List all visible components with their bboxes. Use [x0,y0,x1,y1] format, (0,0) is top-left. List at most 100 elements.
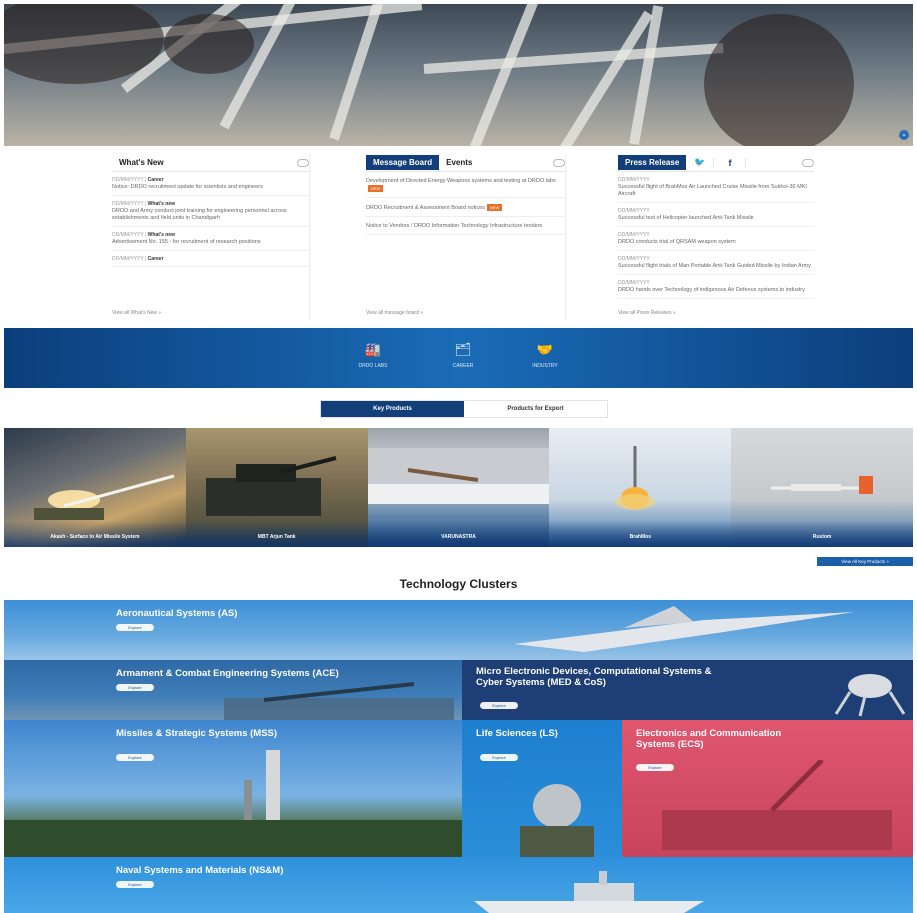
product-tabs: Key Products Products for Export [320,400,608,418]
product-name: VARUNASTRA [367,521,550,547]
tab-whats-new[interactable]: What's New [112,155,171,170]
explore-button[interactable]: Explore [636,764,674,771]
missile-launch-image [4,750,462,857]
cluster-title: Missiles & Strategic Systems (MSS) [116,728,278,739]
product-name: MBT Arjun Tank [185,521,368,547]
tab-events[interactable]: Events [439,155,479,170]
item-text: Development of Directed Energy Weapons s… [366,178,556,184]
list-item[interactable]: DD/MM/YYYY DRDO conducts trial of QRSAM … [618,227,814,251]
view-all-whats-new-link[interactable]: View all What's New » [112,310,161,316]
explore-button[interactable]: Explore [480,702,518,709]
product-card[interactable]: BrahMos [549,428,732,547]
item-date: DD/MM/YYYY [112,256,144,262]
hero-banner: ⌄ [4,4,913,146]
quick-link-label: DRDO LABS [358,363,388,369]
item-text: Successful test of Helicopter launched A… [618,215,754,221]
product-name: BrahMos [549,521,732,547]
item-text: Successful flight of BrahMos Air Launche… [618,184,807,197]
explore-button[interactable]: Explore [116,684,154,691]
explore-button[interactable]: Explore [116,624,154,631]
products-strip: Akash - Surface to Air Missile System MB… [4,428,913,547]
product-card[interactable]: VARUNASTRA [367,428,550,547]
tab-message-board[interactable]: Message Board [366,155,440,170]
cluster-missiles[interactable]: Missiles & Strategic Systems (MSS) Explo… [4,720,462,857]
list-item[interactable]: Development of Directed Energy Weapons s… [366,172,565,198]
list-item[interactable]: DRDO Recruitment & Assessment Board noti… [366,198,565,217]
list-item[interactable]: Notice to Vendors / DRDO Information Tec… [366,217,565,235]
item-text: Notice to Vendors / DRDO Information Tec… [366,222,543,229]
cluster-aeronautical[interactable]: Aeronautical Systems (AS) Explore [4,600,913,660]
item-category: What's new [147,201,175,207]
career-icon: 🗂 [454,342,472,357]
quick-link-industry[interactable]: 🤝 INDUSTRY [510,342,580,369]
item-text: Advertisement No. 155 - for recruitment … [112,239,261,245]
news-panels: What's New DD/MM/YYYY | Career Notice: D… [4,148,913,326]
facebook-icon[interactable]: f [713,157,747,168]
explore-button[interactable]: Explore [116,881,154,888]
scroll-down-icon[interactable]: ⌄ [899,130,909,140]
item-date: DD/MM/YYYY [618,208,650,214]
quick-link-label: CAREER [452,363,474,369]
ship-image [474,871,704,913]
product-name: Rustom [731,521,913,547]
quick-link-label: INDUSTRY [532,363,558,369]
item-text: DRDO and Army conduct joint training for… [112,208,287,221]
explore-button[interactable]: Explore [116,754,154,761]
cluster-armament[interactable]: Armament & Combat Engineering Systems (A… [4,660,462,720]
cluster-electronics[interactable]: Electronics and Communication Systems (E… [622,720,913,857]
view-all-message-board-link[interactable]: View all message board » [366,310,423,316]
press-release-panel: Press Release 🐦 f DD/MM/YYYY Successful … [618,154,814,320]
cluster-title: Naval Systems and Materials (NS&M) [116,865,284,876]
list-item[interactable]: DD/MM/YYYY | What's new DRDO and Army co… [112,196,309,227]
pilot-image [520,784,594,857]
quick-link-career[interactable]: 🗂 CAREER [428,342,498,369]
list-item[interactable]: DD/MM/YYYY | Career [112,251,309,267]
view-all-press-link[interactable]: View all Press Releases » [618,310,676,316]
item-text: DRDO conducts trial of QRSAM weapon syst… [618,239,736,245]
pause-icon[interactable] [802,158,814,167]
list-item[interactable]: DD/MM/YYYY DRDO hands over Technology of… [618,275,814,299]
list-item[interactable]: DD/MM/YYYY Successful test of Helicopter… [618,203,814,227]
item-text: DRDO Recruitment & Assessment Board noti… [366,204,485,211]
twitter-icon[interactable]: 🐦 [686,157,713,168]
item-date: DD/MM/YYYY [618,177,650,183]
list-item[interactable]: DD/MM/YYYY Successful flight trials of M… [618,251,814,275]
tab-products-for-export[interactable]: Products for Export [464,401,607,417]
tab-press-release[interactable]: Press Release [618,155,687,170]
list-item[interactable]: DD/MM/YYYY | Career Notice: DRDO recruit… [112,172,309,196]
item-text: DRDO hands over Technology of indigenous… [618,287,805,293]
list-item[interactable]: DD/MM/YYYY Successful flight of BrahMos … [618,172,814,203]
tab-key-products[interactable]: Key Products [321,401,464,417]
item-date: DD/MM/YYYY [112,177,144,183]
item-category: What's new [147,232,175,238]
item-date: DD/MM/YYYY [112,232,144,238]
product-card[interactable]: Rustom [731,428,913,547]
cluster-title: Armament & Combat Engineering Systems (A… [116,668,339,679]
quick-link-labs[interactable]: 🏭 DRDO LABS [338,342,408,369]
section-title: Technology Clusters [399,577,518,591]
cluster-title: Aeronautical Systems (AS) [116,608,238,619]
cluster-micro-electronic[interactable]: Micro Electronic Devices, Computational … [462,660,913,720]
explore-button[interactable]: Explore [480,754,518,761]
item-text: Notice: DRDO recruitment update for scie… [112,184,263,190]
product-card[interactable]: Akash - Surface to Air Missile System [4,428,186,547]
cluster-life-sciences[interactable]: Life Sciences (LS) Explore [462,720,622,857]
quick-links-band: 🏭 DRDO LABS 🗂 CAREER 🤝 INDUSTRY [4,328,913,388]
pause-icon[interactable] [553,158,565,167]
list-item[interactable]: DD/MM/YYYY | What's new Advertisement No… [112,227,309,251]
labs-icon: 🏭 [364,342,382,357]
view-all-products-button[interactable]: View All Key Products » [817,557,913,566]
item-date: DD/MM/YYYY [618,256,650,262]
robot-image [834,674,906,717]
item-category: Career [147,177,164,183]
item-date: DD/MM/YYYY [112,201,144,207]
item-date: DD/MM/YYYY [618,280,650,286]
product-name: Akash - Surface to Air Missile System [4,521,186,547]
cluster-naval[interactable]: Naval Systems and Materials (NS&M) Explo… [4,857,913,913]
product-card[interactable]: MBT Arjun Tank [185,428,368,547]
cluster-title: Life Sciences (LS) [476,728,558,739]
new-badge: NEW [486,203,503,211]
item-text: Successful flight trials of Man Portable… [618,263,811,269]
pause-icon[interactable] [297,158,309,167]
cluster-title: Micro Electronic Devices, Computational … [476,666,712,688]
